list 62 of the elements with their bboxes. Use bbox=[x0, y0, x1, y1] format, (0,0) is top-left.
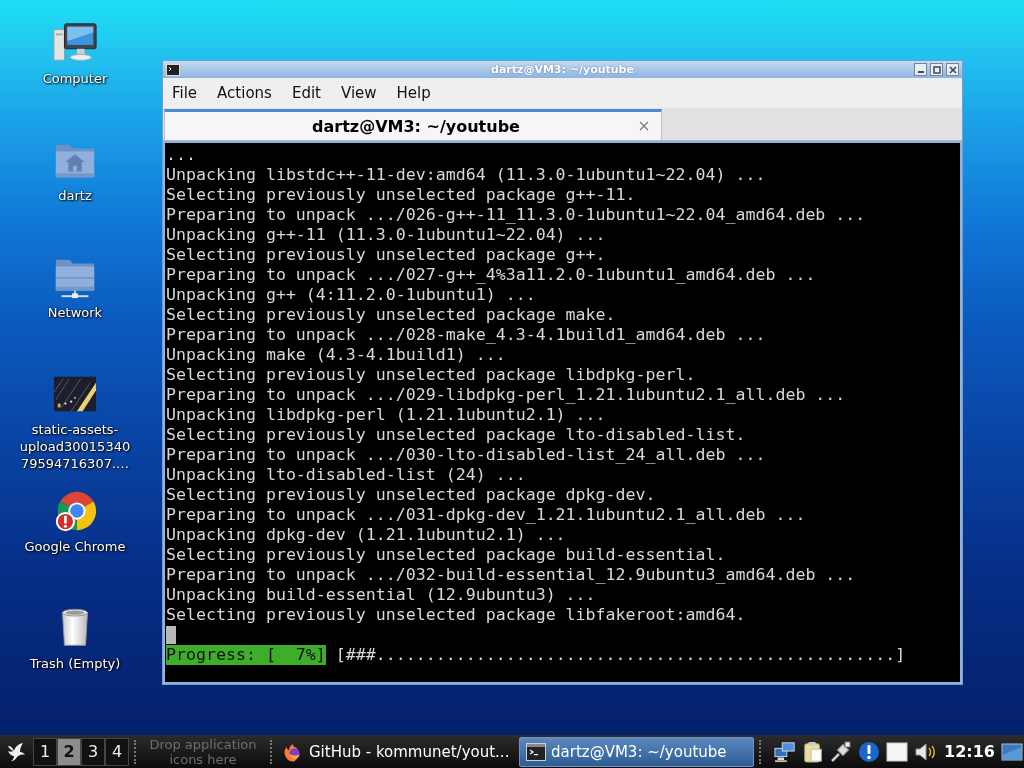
two-monitors-icon[interactable] bbox=[774, 740, 796, 763]
desktop-icon-label[interactable]: static-assets-upload3001534079594716307.… bbox=[19, 421, 131, 472]
terminal-line: Preparing to unpack .../032-build-essential_12.9ubuntu3_amd64.deb ... bbox=[166, 565, 856, 585]
menu-item[interactable]: Edit bbox=[287, 82, 325, 104]
terminal-line: Selecting previously unselected package g++-11. bbox=[166, 185, 636, 205]
terminal-line: Preparing to unpack .../029-libdpkg-perl_1.21.1ubuntu2.1_all.deb ... bbox=[166, 385, 846, 405]
terminal-line: Unpacking dpkg-dev (1.21.1ubuntu2.1) ... bbox=[166, 525, 566, 545]
window-title: dartz@VM3: ~/youtube bbox=[491, 63, 634, 76]
speaker-icon[interactable] bbox=[914, 740, 936, 763]
terminal-line: Unpacking make (4.3-4.1build1) ... bbox=[166, 345, 506, 365]
workspace-button[interactable]: 4 bbox=[105, 737, 129, 766]
terminal-line: Unpacking lto-disabled-list (24) ... bbox=[166, 465, 526, 485]
close-icon[interactable] bbox=[639, 121, 649, 131]
terminal-line: Selecting previously unselected package make. bbox=[166, 305, 616, 325]
desktop-icon-label[interactable]: Google Chrome bbox=[19, 538, 131, 555]
workspace-button[interactable]: 3 bbox=[81, 737, 105, 766]
terminal-line: Selecting previously unselected package g++. bbox=[166, 245, 606, 265]
terminal-line: Selecting previously unselected package lto-disabled-list. bbox=[166, 425, 746, 445]
terminal-line: Unpacking build-essential (12.9ubuntu3) ... bbox=[166, 585, 596, 605]
terminal-line: Unpacking g++ (4:11.2.0-1ubuntu1) ... bbox=[166, 285, 536, 305]
maximize-icon bbox=[932, 65, 941, 74]
blank-tile-icon[interactable] bbox=[886, 740, 908, 763]
terminal-icon bbox=[526, 741, 546, 762]
taskbar-button[interactable]: GitHub - kommunet/yout... bbox=[277, 736, 512, 767]
clipboard-icon[interactable] bbox=[802, 740, 824, 763]
terminal-line: ... bbox=[166, 145, 196, 165]
minimize-button[interactable] bbox=[914, 63, 927, 76]
terminal-line: Preparing to unpack .../028-make_4.3-4.1build1_amd64.deb ... bbox=[166, 325, 766, 345]
terminal-line: Preparing to unpack .../030-lto-disabled-list_24_all.deb ... bbox=[166, 445, 766, 465]
menu-item[interactable]: View bbox=[336, 82, 381, 104]
terminal-line: Selecting previously unselected package libfakeroot:amd64. bbox=[166, 605, 746, 625]
terminal-icon[interactable] bbox=[166, 63, 180, 76]
terminal-line: Unpacking libdpkg-perl (1.21.1ubuntu2.1) ... bbox=[166, 405, 606, 425]
terminal-tab[interactable]: dartz@VM3: ~/youtube bbox=[164, 109, 662, 140]
close-button[interactable] bbox=[946, 63, 959, 76]
desktop-icon-label[interactable]: Trash (Empty) bbox=[19, 655, 131, 672]
menu-item[interactable]: Actions bbox=[213, 82, 276, 104]
workspace-button[interactable]: 2 bbox=[57, 737, 81, 766]
desktop-icon-label[interactable]: Network bbox=[19, 304, 131, 321]
maximize-button[interactable] bbox=[930, 63, 943, 76]
desktop-screen-icon[interactable] bbox=[1000, 742, 1023, 761]
terminal-line: Preparing to unpack .../026-g++-11_11.3.0-1ubuntu1~22.04_amd64.deb ... bbox=[166, 205, 866, 225]
terminal-line: Selecting previously unselected package build-essential. bbox=[166, 545, 726, 565]
text-cursor bbox=[166, 626, 176, 644]
menu-item[interactable]: Help bbox=[392, 82, 435, 104]
menu-item[interactable]: File bbox=[168, 82, 202, 104]
progress-label: Progress: [ 7%] bbox=[166, 645, 326, 665]
drop-zone-field[interactable]: Drop application icons here bbox=[141, 736, 265, 767]
terminal-line: Preparing to unpack .../027-g++_4%3a11.2.0-1ubuntu1_amd64.deb ... bbox=[166, 265, 816, 285]
exclamation-icon[interactable] bbox=[858, 740, 880, 763]
terminal-line: Preparing to unpack .../031-dpkg-dev_1.21.1ubuntu2.1_all.deb ... bbox=[166, 505, 806, 525]
terminal-line: Unpacking g++-11 (11.3.0-1ubuntu1~22.04) ... bbox=[166, 225, 606, 245]
close-icon bbox=[948, 65, 957, 74]
terminal-line: Selecting previously unselected package dpkg-dev. bbox=[166, 485, 656, 505]
terminal-line: Selecting previously unselected package libdpkg-perl. bbox=[166, 365, 696, 385]
progress-bar-text: [###....................................................] bbox=[335, 645, 906, 665]
taskbar-button[interactable]: dartz@VM3: ~/youtube bbox=[519, 736, 754, 767]
clock: 12:16 bbox=[944, 742, 995, 761]
plug-icon[interactable] bbox=[830, 740, 852, 763]
workspace-button[interactable]: 1 bbox=[33, 737, 57, 766]
desktop-icon-label[interactable]: dartz bbox=[19, 187, 131, 204]
terminal-line: Unpacking libstdc++-11-dev:amd64 (11.3.0-1ubuntu1~22.04) ... bbox=[166, 165, 766, 185]
